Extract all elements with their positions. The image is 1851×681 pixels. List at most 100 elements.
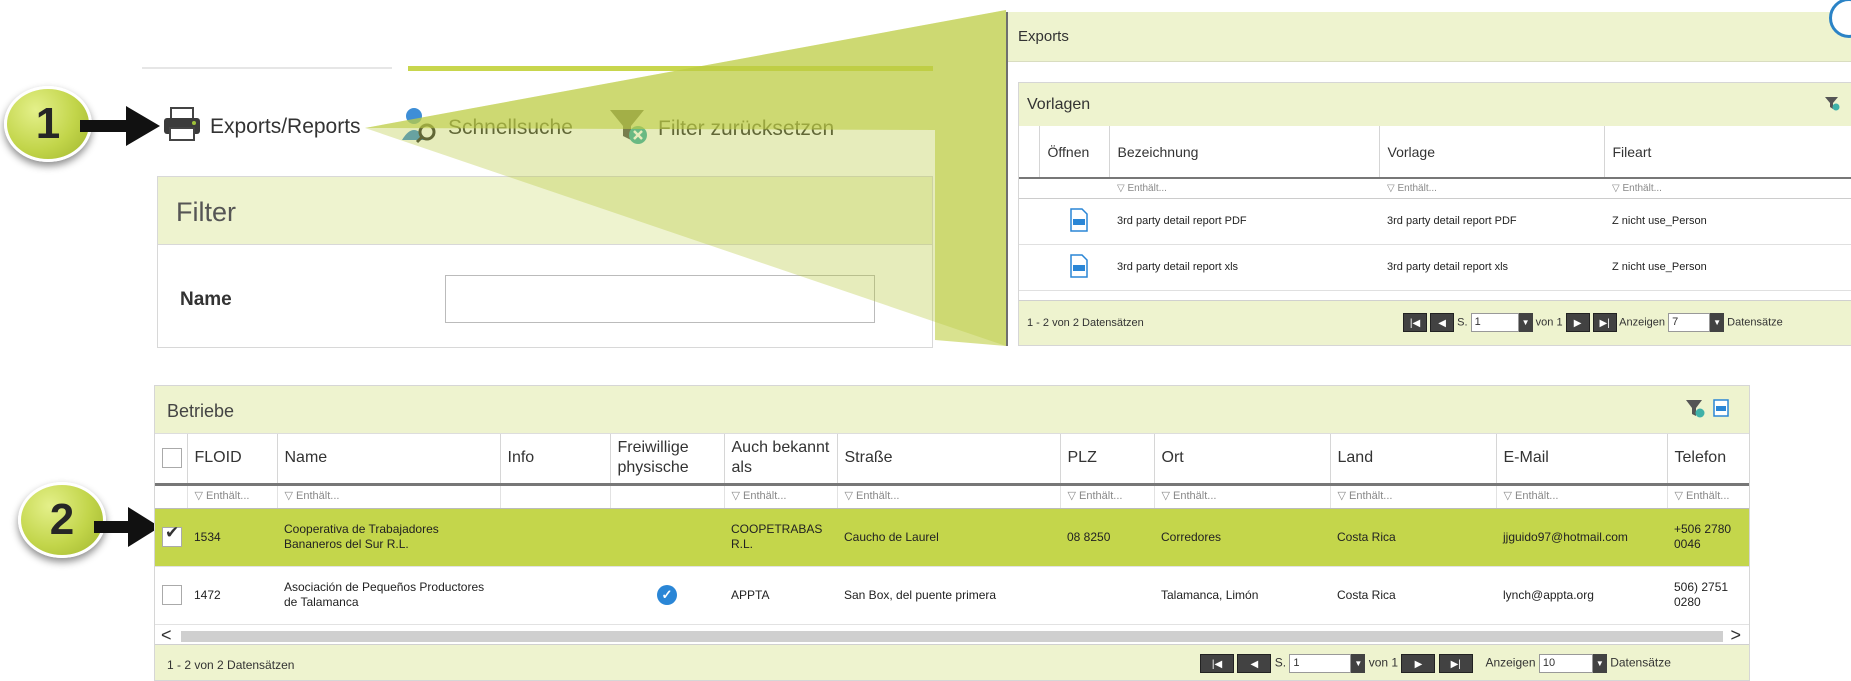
user-search-icon — [400, 106, 440, 150]
page-of-text: von 1 — [1535, 316, 1563, 329]
filter-panel-title: Filter — [158, 177, 932, 245]
column-header-vorlage[interactable]: Vorlage — [1378, 126, 1604, 179]
open-file-icon[interactable] — [1039, 198, 1109, 245]
filter-bezeichnung[interactable]: ▽ Enthält... — [1109, 178, 1379, 199]
filter-auch-bekannt[interactable]: ▽ Enthält... — [723, 484, 837, 509]
filter-reset-icon[interactable] — [1824, 95, 1840, 116]
filter-land[interactable]: ▽ Enthält... — [1329, 484, 1496, 509]
filter-name[interactable]: ▽ Enthält... — [276, 484, 500, 509]
column-header-freiwillige[interactable]: Freiwillige physische — [609, 434, 724, 486]
column-header-name[interactable]: Name — [276, 434, 500, 486]
printer-icon — [162, 106, 202, 148]
page-number-input[interactable]: 1 — [1470, 313, 1519, 332]
column-header-auch-bekannt[interactable]: Auch bekannt als — [723, 434, 837, 486]
records-label: Datensätze — [1727, 316, 1783, 329]
filter-reset-icon[interactable] — [1685, 398, 1705, 423]
next-page-button[interactable]: ▶ — [1565, 313, 1590, 332]
show-label: Anzeigen — [1485, 655, 1536, 670]
select-all-checkbox[interactable] — [155, 434, 187, 486]
page-prefix: S. — [1274, 655, 1287, 670]
filter-strasse[interactable]: ▽ Enthält... — [836, 484, 1060, 509]
filter-fileart[interactable]: ▽ Enthält... — [1604, 178, 1851, 199]
filter-floid[interactable]: ▽ Enthält... — [186, 484, 277, 509]
export-icon[interactable] — [1711, 398, 1731, 423]
land-cell: Costa Rica — [1330, 566, 1496, 625]
floid-cell: 1472 — [187, 566, 277, 625]
row-checkbox[interactable] — [155, 508, 187, 567]
first-page-button[interactable]: |◀ — [1403, 313, 1427, 332]
floid-cell: 1534 — [187, 508, 277, 567]
column-header-fileart[interactable]: Fileart — [1603, 126, 1851, 179]
vorlagen-grid: Vorlagen Öffnen Bezeichnung Vorlage File… — [1018, 82, 1851, 346]
prev-page-button[interactable]: ◀ — [1430, 313, 1455, 332]
next-page-button[interactable]: ▶ — [1401, 654, 1436, 673]
pager-summary: 1 - 2 von 2 Datensätzen — [167, 658, 295, 672]
email-cell: jjguido97@hotmail.com — [1496, 508, 1667, 567]
chevron-down-icon[interactable]: ▼ — [1518, 313, 1533, 332]
betriebe-table: FLOID Name Info Freiwillige physische Au… — [155, 434, 1749, 625]
strasse-cell: San Box, del puente primera — [837, 566, 1060, 625]
fileart-cell: Z nicht use_Person — [1604, 244, 1851, 291]
betriebe-header: Betriebe — [155, 386, 1749, 434]
callout-arrow-1 — [80, 106, 160, 146]
column-header-bezeichnung[interactable]: Bezeichnung — [1108, 126, 1379, 179]
pager-summary: 1 - 2 von 2 Datensätzen — [1027, 317, 1144, 329]
exports-reports-label: Exports/Reports — [210, 115, 361, 138]
betriebe-grid: Betriebe FLOID Name Info Freiwillige phy… — [154, 385, 1750, 681]
chevron-down-icon[interactable]: ▼ — [1351, 654, 1366, 673]
name-filter-label: Name — [180, 289, 232, 310]
column-header-email[interactable]: E-Mail — [1495, 434, 1667, 486]
filter-ort[interactable]: ▽ Enthält... — [1153, 484, 1330, 509]
auch-bekannt-cell: COOPETRABAS R.L. — [724, 508, 837, 567]
table-row[interactable]: 1472 Asociación de Pequeños Productores … — [155, 566, 1749, 625]
table-row[interactable]: 3rd party detail report PDF 3rd party de… — [1019, 198, 1851, 245]
filter-plz[interactable]: ▽ Enthält... — [1059, 484, 1154, 509]
bezeichnung-cell: 3rd party detail report xls — [1109, 244, 1379, 291]
prev-page-button[interactable]: ◀ — [1237, 654, 1272, 673]
page-size-select[interactable]: 10 — [1538, 654, 1593, 673]
filter-telefon[interactable]: ▽ Enthält... — [1666, 484, 1749, 509]
column-header-ort[interactable]: Ort — [1153, 434, 1330, 486]
table-row[interactable]: 3rd party detail report xls 3rd party de… — [1019, 244, 1851, 291]
row-checkbox[interactable] — [155, 566, 187, 625]
scroll-right-icon[interactable]: > — [1730, 625, 1741, 646]
freiwillige-cell: ✓ — [610, 566, 724, 625]
filter-panel: Filter Name — [157, 176, 933, 348]
column-header-telefon[interactable]: Telefon — [1666, 434, 1749, 486]
vorlage-cell: 3rd party detail report PDF — [1379, 198, 1604, 245]
schnellsuche-button[interactable]: Schnellsuche — [400, 106, 573, 150]
page-number-input[interactable]: 1 — [1289, 654, 1352, 673]
column-header-oeffnen[interactable]: Öffnen — [1038, 126, 1109, 179]
ort-cell: Corredores — [1154, 508, 1330, 567]
telefon-cell: 506) 2751 0280 — [1667, 566, 1749, 625]
open-file-icon[interactable] — [1039, 244, 1109, 291]
filter-reset-icon — [608, 106, 650, 152]
filter-reset-button[interactable]: Filter zurücksetzen — [608, 106, 834, 152]
callout-badge-1: 1 — [4, 86, 92, 162]
filter-vorlage[interactable]: ▽ Enthält... — [1379, 178, 1604, 199]
last-page-button[interactable]: ▶| — [1438, 654, 1473, 673]
horizontal-scrollbar[interactable]: < > — [155, 625, 1749, 646]
exports-reports-button[interactable]: Exports/Reports — [162, 106, 361, 148]
land-cell: Costa Rica — [1330, 508, 1496, 567]
callout-arrow-2 — [94, 507, 160, 547]
scroll-left-icon[interactable]: < — [161, 625, 172, 646]
first-page-button[interactable]: |◀ — [1200, 654, 1234, 673]
betriebe-pager: 1 - 2 von 2 Datensätzen |◀ ◀ S. 1 ▼ von 1… — [155, 644, 1749, 680]
table-row[interactable]: 1534 Cooperativa de Trabajadores Bananer… — [155, 508, 1749, 567]
column-header-floid[interactable]: FLOID — [186, 434, 277, 486]
column-header-strasse[interactable]: Straße — [836, 434, 1060, 486]
column-header-land[interactable]: Land — [1329, 434, 1496, 486]
column-header-info[interactable]: Info — [499, 434, 610, 486]
tab-divider — [142, 67, 392, 69]
scrollbar-thumb[interactable] — [181, 631, 1723, 642]
chevron-down-icon[interactable]: ▼ — [1592, 654, 1607, 673]
column-header-plz[interactable]: PLZ — [1059, 434, 1154, 486]
callout-badge-2: 2 — [18, 482, 106, 558]
filter-email[interactable]: ▽ Enthält... — [1495, 484, 1667, 509]
name-filter-input[interactable] — [445, 275, 875, 323]
name-cell: Cooperativa de Trabajadores Bananeros de… — [277, 508, 500, 567]
last-page-button[interactable]: ▶| — [1592, 313, 1617, 332]
chevron-down-icon[interactable]: ▼ — [1710, 313, 1725, 332]
page-size-select[interactable]: 7 — [1668, 313, 1711, 332]
